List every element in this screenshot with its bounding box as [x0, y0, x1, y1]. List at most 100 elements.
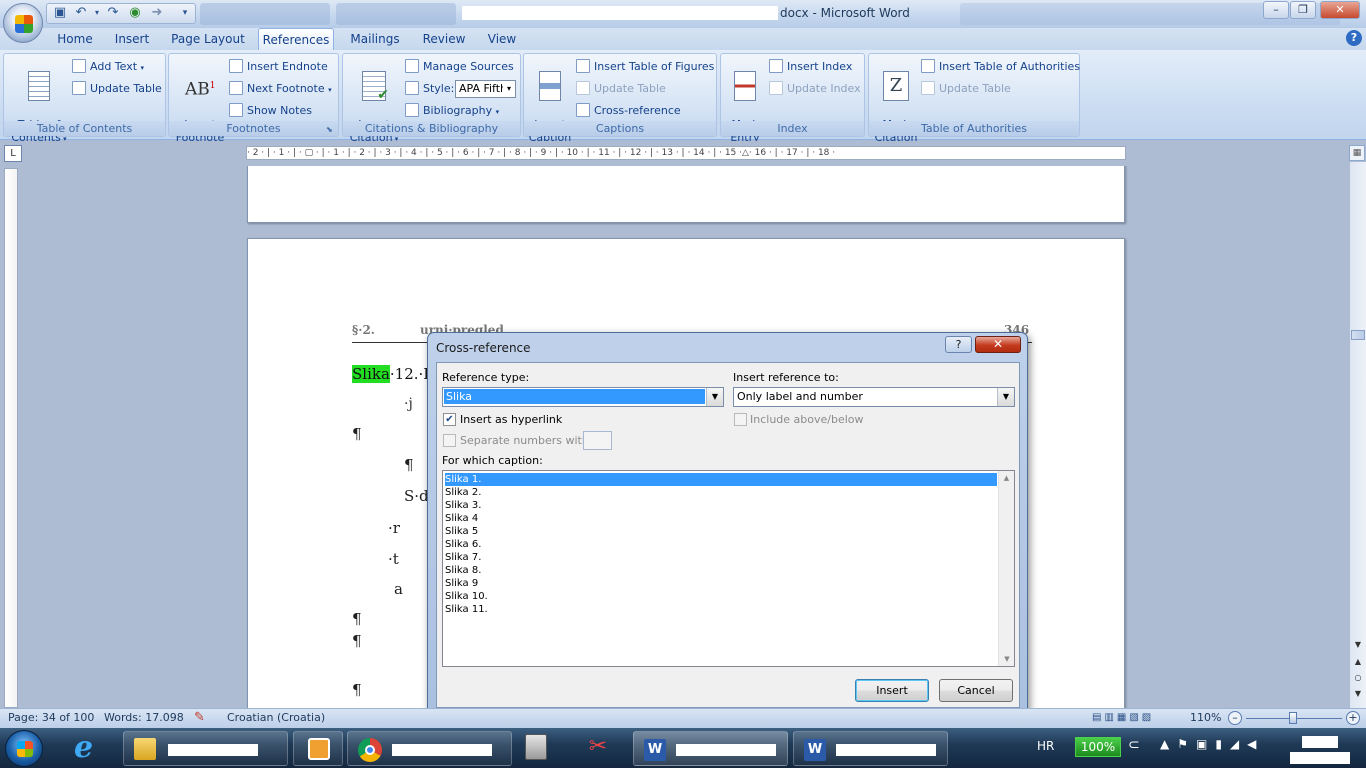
list-item[interactable]: Slika 7. — [445, 551, 481, 564]
bibliography-button[interactable]: Bibliography ▾ — [405, 101, 499, 120]
snipping-tool-icon[interactable]: ✂ — [584, 734, 612, 762]
list-item[interactable]: Slika 11. — [445, 603, 488, 616]
taskbar-chrome[interactable] — [347, 731, 512, 766]
redacted-clock-date — [1290, 752, 1350, 764]
forward-icon[interactable]: ➜ — [149, 5, 165, 21]
list-item[interactable]: Slika 2. — [445, 486, 481, 499]
update-index-button[interactable]: Update Index — [769, 79, 861, 98]
office-button[interactable] — [3, 3, 43, 43]
close-button[interactable]: ✕ — [1320, 1, 1360, 19]
cross-reference-button[interactable]: Cross-reference — [576, 101, 681, 120]
group-label-index: Index — [721, 121, 864, 136]
list-item[interactable]: Slika 9 — [445, 577, 478, 590]
group-footnotes: AB1 Insert Footnote Insert Endnote Next … — [168, 53, 339, 144]
cancel-button[interactable]: Cancel — [939, 679, 1013, 702]
list-item[interactable]: Slika 8. — [445, 564, 481, 577]
next-footnote-button[interactable]: Next Footnote ▾ — [229, 79, 332, 98]
horizontal-ruler[interactable]: · 2 · | · 1 · | · ▢ · | · 1 · | · 2 · | … — [246, 146, 1126, 160]
customize-qat-icon[interactable]: ▾ — [177, 5, 193, 21]
zoom-level[interactable]: 110% — [1190, 709, 1221, 727]
vertical-ruler[interactable] — [4, 168, 18, 708]
quick-access-toolbar: ▣ ↶ ▾ ↷ ◉ ➜ ▾ — [46, 3, 196, 24]
captions-update-table-button[interactable]: Update Table — [576, 79, 666, 98]
style-dropdown[interactable]: APA Fifth ▾ — [455, 80, 516, 98]
undo-icon[interactable]: ↶ — [73, 5, 89, 21]
dialog-close-button[interactable]: ✕ — [975, 336, 1021, 353]
update-table-label: Update Table — [90, 82, 162, 95]
taskbar-word-2[interactable]: W — [793, 731, 948, 766]
vertical-scrollbar[interactable] — [1350, 162, 1366, 708]
restore-button[interactable]: ❐ — [1290, 1, 1316, 19]
tab-view[interactable]: View — [480, 28, 524, 50]
language-indicator[interactable]: Croatian (Croatia) — [227, 709, 325, 727]
tray-icons[interactable]: ▲⚑▣▮◢◀ — [1160, 737, 1264, 751]
page-count[interactable]: Page: 34 of 100 — [8, 709, 94, 727]
text-fragment-r: ·r — [388, 519, 400, 537]
zoom-slider-thumb[interactable] — [1289, 712, 1297, 724]
group-label-captions: Captions — [524, 121, 716, 136]
battery-indicator[interactable]: 100% — [1075, 737, 1121, 757]
include-above-below-checkbox[interactable] — [734, 413, 747, 426]
insert-index-button[interactable]: Insert Index — [769, 57, 852, 76]
calculator-icon[interactable] — [525, 734, 547, 760]
tab-references[interactable]: References — [258, 28, 334, 50]
select-browse-object-icon[interactable]: ○ — [1351, 673, 1365, 685]
list-item[interactable]: Slika 1. — [445, 473, 997, 486]
manage-sources-button[interactable]: Manage Sources — [405, 57, 514, 76]
insert-hyperlink-checkbox[interactable]: ✔ — [443, 413, 456, 426]
save-icon[interactable]: ▣ — [52, 5, 68, 21]
scroll-down-icon[interactable]: ▼ — [1351, 640, 1365, 652]
scrollbar-thumb[interactable] — [1351, 330, 1365, 340]
power-icon[interactable]: ⊂ — [1128, 737, 1140, 753]
zoom-out-icon[interactable]: – — [1228, 711, 1242, 725]
list-item[interactable]: Slika 4 — [445, 512, 478, 525]
minimize-button[interactable]: – — [1263, 1, 1289, 19]
insert-endnote-button[interactable]: Insert Endnote — [229, 57, 328, 76]
separate-numbers-input[interactable] — [583, 431, 612, 450]
caption-scroll-down-icon[interactable]: ▼ — [999, 655, 1015, 663]
zoom-in-icon[interactable]: + — [1346, 711, 1360, 725]
reference-type-dropdown[interactable]: Slika ▼ — [442, 387, 724, 407]
tab-insert[interactable]: Insert — [108, 28, 156, 50]
dialog-help-button[interactable]: ? — [945, 336, 972, 353]
input-language[interactable]: HR — [1037, 739, 1054, 753]
footnote-dialog-launcher-icon[interactable]: ⬊ — [326, 125, 335, 134]
insert-button[interactable]: Insert — [855, 679, 929, 702]
separate-numbers-checkbox[interactable] — [443, 434, 456, 447]
previous-page-icon[interactable]: ▲ — [1351, 657, 1365, 669]
redo-icon[interactable]: ↷ — [105, 5, 121, 21]
taskbar-media[interactable] — [293, 731, 343, 766]
start-button[interactable] — [5, 730, 43, 767]
tab-review[interactable]: Review — [416, 28, 472, 50]
next-page-icon[interactable]: ▼ — [1351, 689, 1365, 701]
style-label: Style: — [423, 82, 455, 95]
tab-selector[interactable]: L — [4, 145, 22, 162]
caption-list[interactable]: Slika 1. Slika 2. Slika 3. Slika 4 Slika… — [442, 470, 1015, 667]
tab-mailings[interactable]: Mailings — [342, 28, 408, 50]
taskbar-word-1[interactable]: W — [633, 731, 788, 766]
caption-list-scrollbar[interactable]: ▲ ▼ — [998, 471, 1014, 666]
word-count[interactable]: Words: 17.098 — [104, 709, 184, 727]
view-buttons[interactable]: ▤▥▦▧▨ — [1092, 711, 1174, 725]
help-icon[interactable]: ? — [1346, 30, 1362, 46]
taskbar-explorer[interactable] — [123, 731, 288, 766]
insert-toa-button[interactable]: Insert Table of Authorities — [921, 57, 1080, 76]
insert-table-of-figures-button[interactable]: Insert Table of Figures — [576, 57, 714, 76]
list-item[interactable]: Slika 6. — [445, 538, 481, 551]
tab-page-layout[interactable]: Page Layout — [166, 28, 250, 50]
add-text-button[interactable]: Add Text ▾ — [72, 57, 144, 76]
refresh-icon[interactable]: ◉ — [127, 5, 143, 21]
insert-reference-to-dropdown[interactable]: Only label and number ▼ — [733, 387, 1015, 407]
show-notes-button[interactable]: Show Notes — [229, 101, 312, 120]
toa-update-table-button[interactable]: Update Table — [921, 79, 1011, 98]
internet-explorer-icon[interactable]: e — [74, 733, 104, 763]
list-item[interactable]: Slika 5 — [445, 525, 478, 538]
caption-scroll-up-icon[interactable]: ▲ — [999, 474, 1014, 482]
update-table-button[interactable]: Update Table — [72, 79, 162, 98]
list-item[interactable]: Slika 3. — [445, 499, 481, 512]
view-ruler-icon[interactable]: ▦ — [1349, 145, 1365, 161]
undo-dropdown-icon[interactable]: ▾ — [89, 5, 105, 21]
list-item[interactable]: Slika 10. — [445, 590, 488, 603]
tab-home[interactable]: Home — [50, 28, 100, 50]
proofing-icon[interactable]: ✎ — [194, 709, 205, 727]
